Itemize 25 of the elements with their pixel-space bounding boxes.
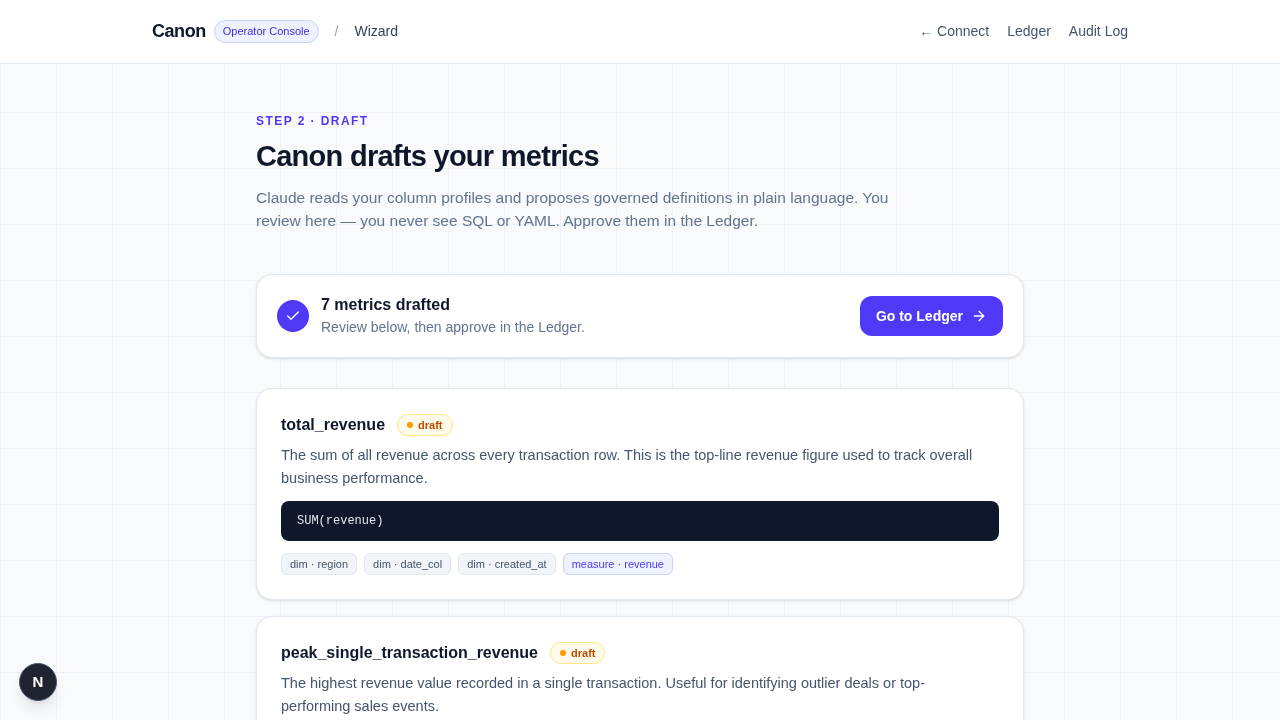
nav-link[interactable]: Ledger [1007,21,1051,42]
dev-tools-button[interactable]: N [19,663,57,701]
page-title: Canon drafts your metrics [256,139,600,174]
breadcrumb-current: Wizard [354,22,399,41]
status-text: draft [571,646,596,661]
column-tag: dim · date_col [364,553,452,575]
summary-subtitle: Review below, then approve in the Ledger. [321,318,585,337]
nav-link[interactable]: Audit Log [1068,21,1128,42]
breadcrumb-separator: / [334,22,339,41]
go-to-ledger-button[interactable]: Go to Ledger [859,296,1003,336]
metric-description: The highest revenue value recorded in a single transaction. Useful for identifying outlier deals or top-performing sales events. [281,674,926,716]
status-text: draft [418,418,443,433]
step-label: STEP 2 · DRAFT [256,113,370,130]
summary-title: 7 metrics drafted [321,295,451,315]
column-tag: measure · revenue [562,553,673,575]
metric-name: peak_single_transaction_revenue [281,643,538,663]
workspace-tag: Operator Console [213,20,319,43]
nav-link[interactable]: ← Connect [919,21,990,42]
metric-name: total_revenue [281,415,386,435]
brand-name: Canon [152,20,206,43]
metric-description: The sum of all revenue across every transaction row. This is the top-line revenue figure used to track overall business performance. [281,446,974,488]
page-description: Claude reads your column profiles and proposes governed definitions in plain language. You review here — you never see SQL or YAML. Approve them in the Ledger. [256,188,890,231]
column-tag: dim · created_at [458,553,556,575]
column-tag: dim · region [281,553,358,575]
metric-expression: SUM(revenue) [297,513,384,530]
